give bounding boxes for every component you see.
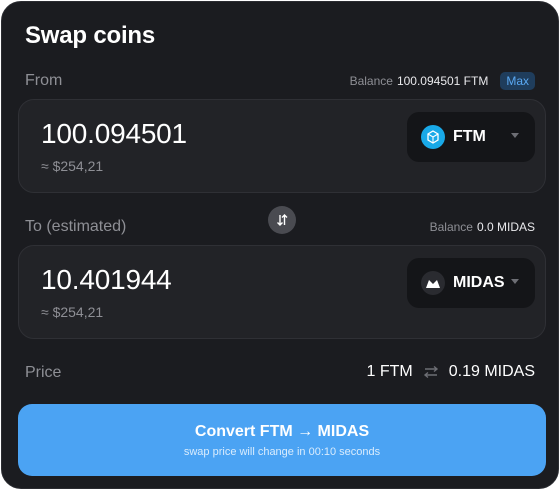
to-usd-value: ≈ $254,21 [41,304,104,320]
max-button[interactable]: Max [500,72,535,90]
chevron-down-icon [511,133,519,138]
from-balance-prefix: Balance [349,74,393,88]
from-token-select[interactable]: FTM [407,112,535,162]
from-usd-value: ≈ $254,21 [41,158,104,174]
to-token-select[interactable]: MIDAS [407,258,535,308]
to-balance-value: 0.0 MIDAS [476,220,535,234]
price-value: 1 FTM 0.19 MIDAS [367,363,535,381]
from-balance-value: 100.094501 FTM [396,74,489,88]
convert-button-label: Convert FTM → MIDAS [194,422,370,440]
to-token-name: MIDAS [453,274,505,291]
chevron-down-icon [511,279,519,284]
to-amount-input[interactable]: 10.401944 [41,264,172,296]
to-amount-box: 10.401944 ≈ $254,21 MIDAS [18,245,546,339]
fantom-icon [421,125,445,149]
midas-icon [421,271,445,295]
from-token-name: FTM [453,128,486,145]
from-amount-input[interactable]: 100.094501 [41,118,187,150]
price-label: Price [25,364,62,381]
from-balance: Balance 100.094501 FTM Max [350,72,535,90]
price-right: 0.19 MIDAS [448,363,535,380]
exchange-arrows-icon[interactable] [423,365,439,379]
convert-countdown-text: swap price will change in 00:10 seconds [183,445,381,458]
from-amount-box: 100.094501 ≈ $254,21 FTM [18,99,546,193]
convert-button[interactable]: Convert FTM → MIDAS swap price will chan… [18,404,546,476]
to-balance-prefix: Balance [429,220,473,234]
to-balance: Balance 0.0 MIDAS [430,220,535,234]
swap-card: Swap coins From Balance 100.094501 FTM M… [1,1,559,489]
to-label: To (estimated) [25,218,127,235]
swap-arrows-icon [277,214,288,226]
page-title: Swap coins [25,22,156,49]
from-label: From [25,72,63,89]
price-left: 1 FTM [366,363,413,380]
swap-direction-button[interactable] [268,206,296,234]
